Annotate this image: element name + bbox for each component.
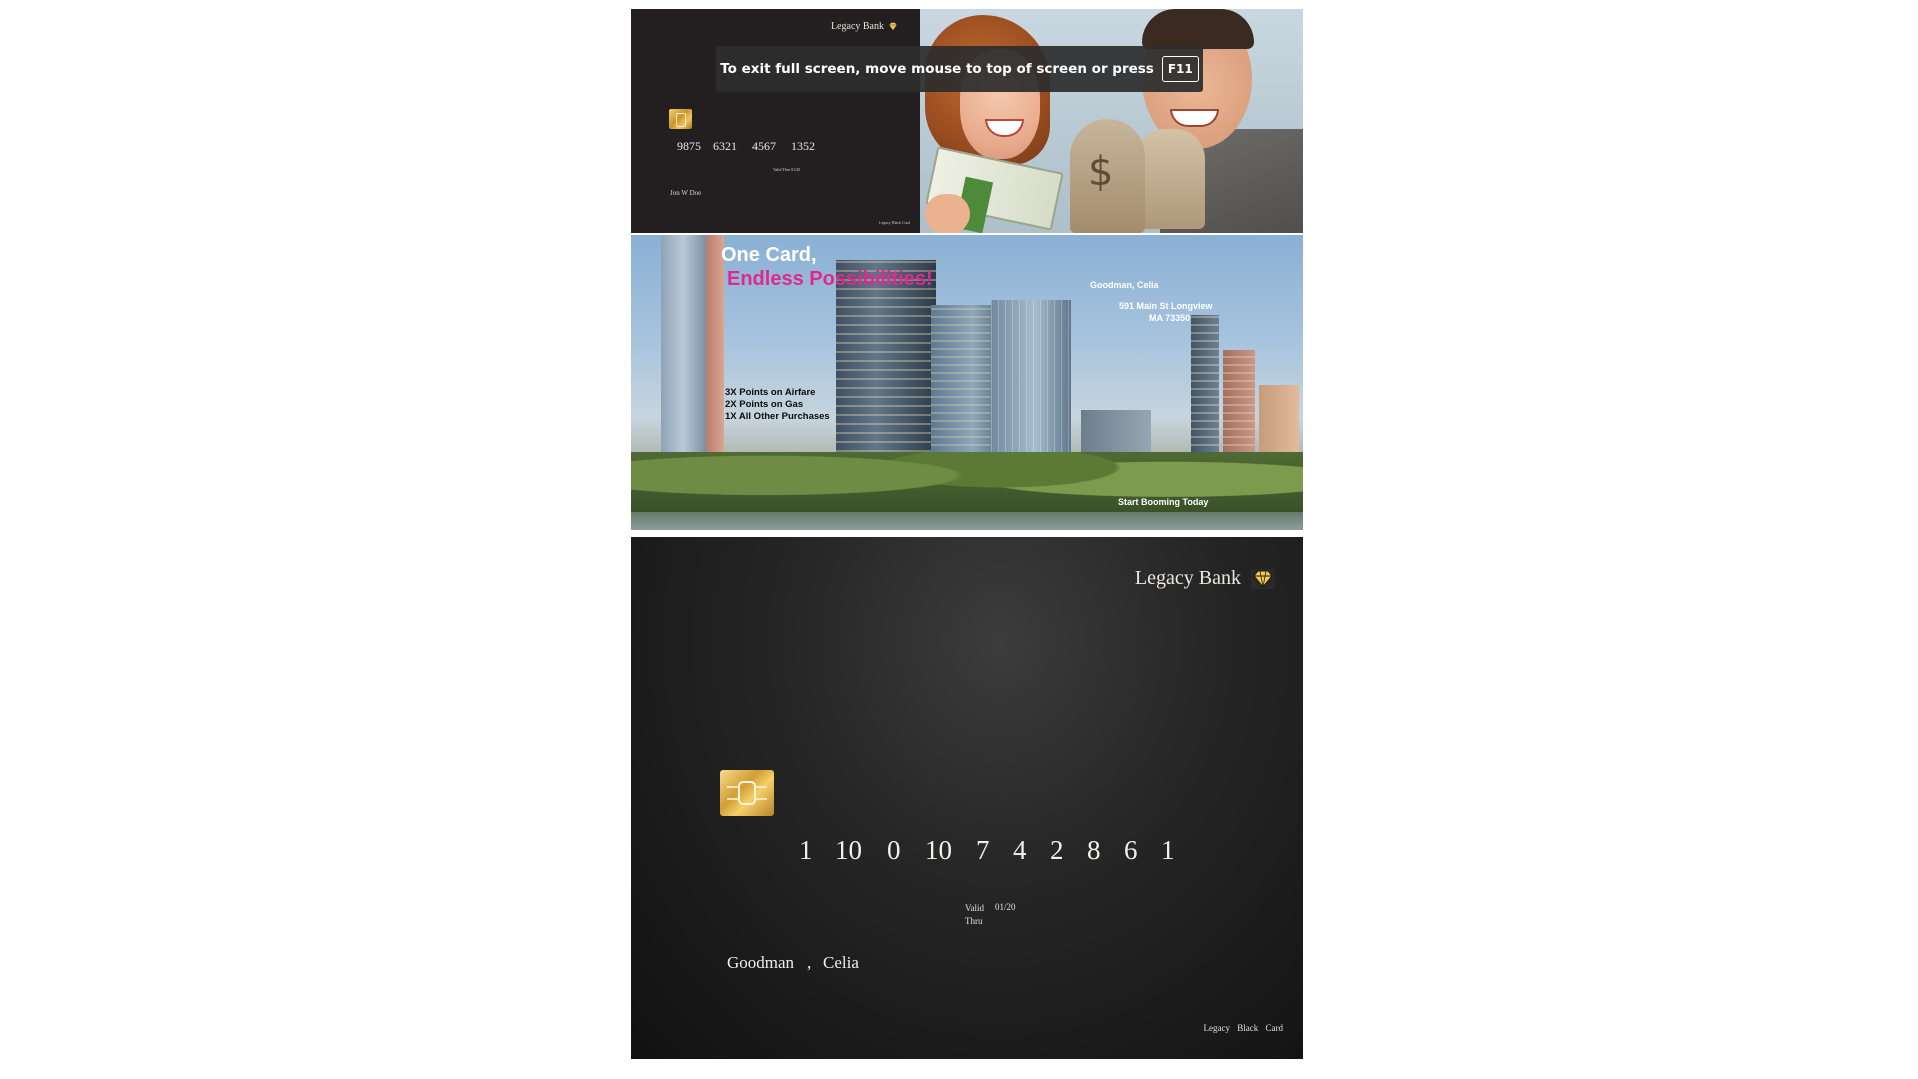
skyline-building — [991, 300, 1071, 470]
dollar-sign-icon: $ — [1088, 149, 1114, 195]
banner-point: 3X Points on Airfare — [725, 387, 816, 398]
photo-money-bag — [1135, 129, 1205, 229]
small-card-bank: Legacy Bank — [831, 21, 898, 32]
skyline-building — [706, 235, 724, 470]
skyline-water — [631, 512, 1303, 530]
banner-point: 1X All Other Purchases — [725, 411, 830, 422]
banner-point: 2X Points on Gas — [725, 399, 804, 410]
large-card-number-part: 2 — [1050, 835, 1064, 865]
small-card-brand: Legacy Black Card — [879, 220, 910, 225]
small-card-number-group: 4567 — [752, 139, 776, 153]
large-card-first-name: Celia — [823, 953, 859, 972]
couple-with-money-photo: $ — [920, 9, 1303, 233]
banner-address-line: MA 73350 — [1149, 313, 1191, 323]
banner-address-line: 591 Main St Longview — [1119, 301, 1213, 311]
fullscreen-exit-notice: To exit full screen, move mouse to top o… — [716, 46, 1203, 92]
large-card-name-comma: , — [807, 953, 812, 972]
small-card-number-group: 1352 — [791, 139, 815, 153]
banner-cta: Start Booming Today — [1118, 497, 1209, 507]
small-card-valid-date: 01/20 — [791, 167, 801, 172]
large-card-number-part: 1 — [1161, 835, 1175, 865]
large-card-number-part: 4 — [1013, 835, 1027, 865]
small-card-valid: Valid Thru 01/20 — [773, 167, 800, 172]
small-card-chip-icon — [669, 109, 692, 129]
small-card-cardholder: Jon W Doe — [670, 189, 702, 197]
large-card-number-part: 8 — [1087, 835, 1101, 865]
diamond-icon — [888, 22, 898, 31]
large-card-number-part: 7 — [976, 835, 990, 865]
banner-points-list: 3X Points on Airfare 2X Points on Gas 1X… — [725, 387, 830, 423]
large-card-number-part: 10 — [925, 835, 952, 865]
photo-hand — [925, 194, 970, 233]
small-card-number-group: 9875 — [677, 139, 701, 153]
large-card-valid-label: Valid Thru — [965, 902, 984, 928]
skyline-building — [1191, 315, 1219, 470]
large-card-preview: Legacy Bank 1 10 0 10 7 4 2 8 6 1 Valid … — [631, 537, 1303, 1059]
large-card-brand: Legacy Black Card — [1203, 1023, 1283, 1033]
skyline-building — [661, 235, 706, 470]
small-card-valid-label: Valid Thru — [773, 167, 791, 172]
large-card-bank-name: Legacy Bank — [1134, 567, 1241, 589]
chip-contacts-icon — [727, 781, 767, 805]
large-card-thru-word: Thru — [965, 916, 983, 926]
diamond-icon — [1251, 568, 1275, 589]
fullscreen-notice-text: To exit full screen, move mouse to top o… — [720, 61, 1154, 77]
large-card-valid-date: 01/20 — [995, 902, 1016, 912]
large-card-number-part: 6 — [1124, 835, 1138, 865]
large-card-bank: Legacy Bank — [1135, 567, 1275, 590]
promo-banner: One Card, Endless Possibilities! Goodman… — [631, 235, 1303, 530]
banner-recipient-name: Goodman, Celia — [1090, 280, 1159, 290]
skyline-building — [836, 260, 936, 470]
f11-key-badge: F11 — [1161, 56, 1199, 82]
large-card-number-part: 1 — [799, 835, 813, 865]
large-card-number-part: 10 — [835, 835, 862, 865]
small-card-bank-name: Legacy Bank — [830, 21, 884, 32]
large-card-last-name: Goodman — [727, 953, 795, 972]
small-card-number-group: 6321 — [713, 139, 737, 153]
banner-subheadline: Endless Possibilities! — [727, 268, 933, 290]
large-card-number-part: 0 — [887, 835, 901, 865]
photo-man-hair — [1142, 9, 1254, 49]
small-card-preview: Legacy Bank 9875 6321 4567 1352 Valid Th… — [631, 9, 920, 233]
banner-headline: One Card, — [721, 244, 817, 266]
large-card-valid-word: Valid — [965, 903, 984, 913]
